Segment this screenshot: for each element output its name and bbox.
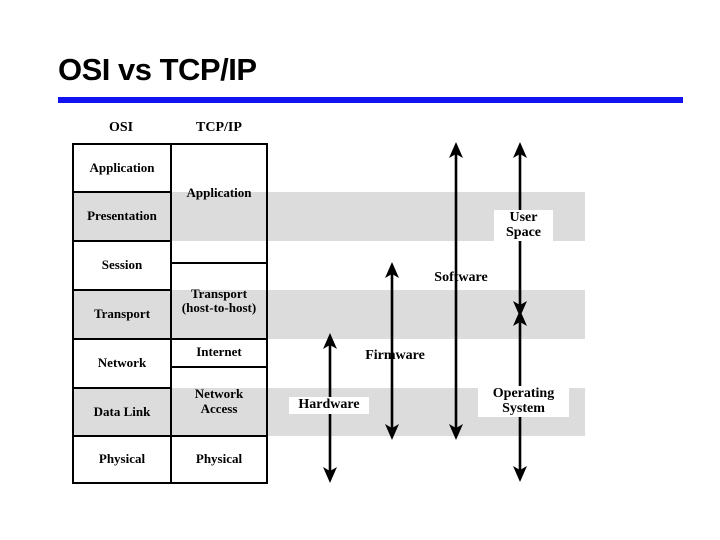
software-annotation-label: Software <box>418 270 504 287</box>
operating-system-annotation-line1: Operating <box>492 386 555 401</box>
page-title: OSI vs TCP/IP <box>58 52 257 87</box>
user-space-annotation-label: User Space <box>494 210 553 242</box>
firmware-annotation-text: Firmware <box>365 348 425 363</box>
user-space-annotation-line2: Space <box>506 224 541 240</box>
title-underline-rule <box>58 97 683 103</box>
operating-system-annotation-line2: System <box>502 400 545 416</box>
hardware-annotation-text: Hardware <box>298 397 360 412</box>
software-double-arrow <box>445 142 467 440</box>
osi-column-caption: OSI <box>108 120 134 135</box>
operating-system-annotation-label: Operating System <box>478 386 569 418</box>
tcpip-column-caption: TCP/IP <box>196 120 242 135</box>
software-annotation-text: Software <box>434 270 488 285</box>
hardware-annotation-label: Hardware <box>289 397 369 414</box>
stack-outer-border <box>72 143 268 484</box>
protocol-stack-table: Application Presentation Session Transpo… <box>72 143 268 484</box>
user-space-annotation-line1: User <box>509 210 538 225</box>
firmware-annotation-label: Firmware <box>352 348 438 365</box>
slide-canvas: OSI vs TCP/IP OSI TCP/IP Application Pre… <box>0 0 720 540</box>
